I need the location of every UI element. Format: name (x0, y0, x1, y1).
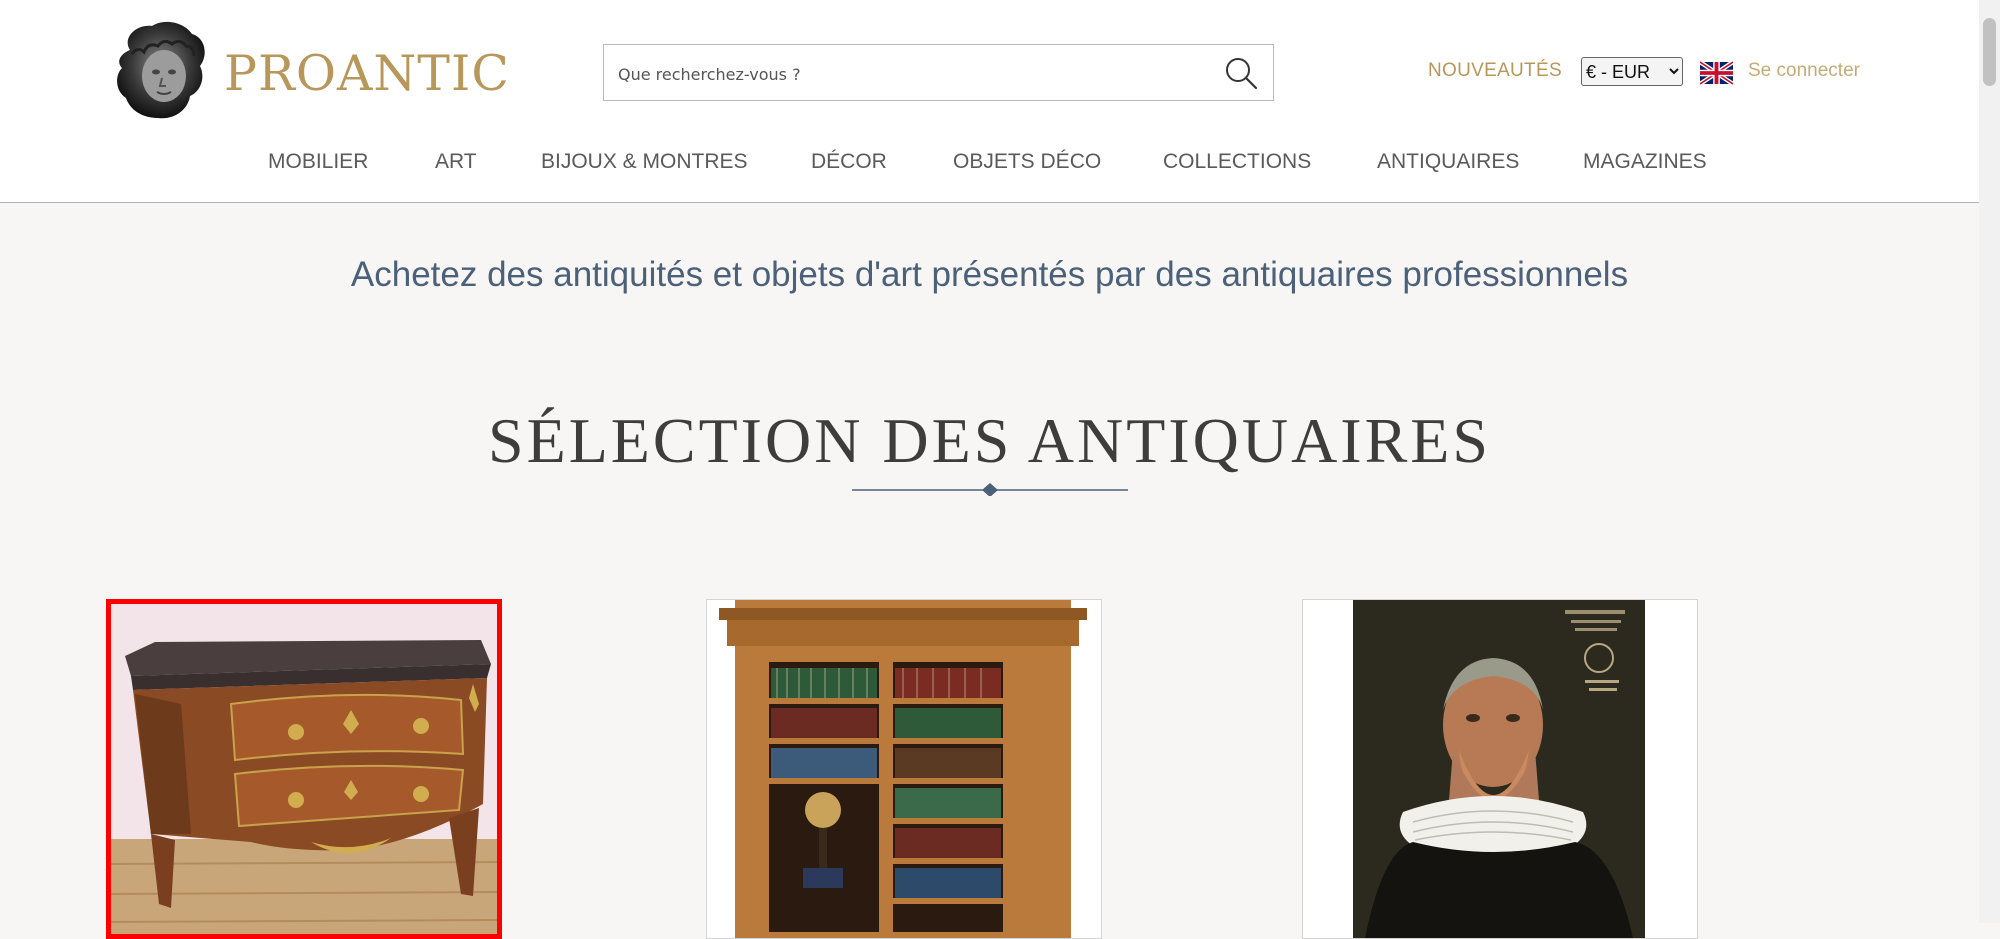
currency-select[interactable]: € - EUR (1581, 57, 1683, 86)
nav-item-decor[interactable]: DÉCOR (811, 150, 887, 174)
bookcase-image (707, 600, 1101, 938)
uk-flag-icon[interactable] (1700, 60, 1733, 86)
nav-item-bijoux-montres[interactable]: BIJOUX & MONTRES (541, 150, 748, 174)
nouveautes-link[interactable]: NOUVEAUTÉS (1428, 60, 1562, 82)
site-header: PROANTIC NOUVEAUTÉS € - EUR Se connecter… (0, 0, 1979, 203)
nav-item-collections[interactable]: COLLECTIONS (1163, 150, 1311, 174)
scrollbar-thumb[interactable] (1983, 18, 1996, 86)
portrait-image (1303, 600, 1697, 938)
nav-item-magazines[interactable]: MAGAZINES (1583, 150, 1707, 174)
login-link[interactable]: Se connecter (1748, 60, 1860, 82)
search-bar (603, 44, 1274, 101)
page-scrollbar[interactable] (1979, 0, 2000, 923)
page-tagline: Achetez des antiquités et objets d'art p… (350, 255, 1629, 294)
main-nav: MOBILIER ART BIJOUX & MONTRES DÉCOR OBJE… (0, 150, 1979, 178)
nav-item-antiquaires[interactable]: ANTIQUAIRES (1377, 150, 1519, 174)
nav-item-art[interactable]: ART (435, 150, 477, 174)
section-title: SÉLECTION DES ANTIQUAIRES (488, 405, 1491, 476)
title-divider (852, 483, 1128, 496)
search-icon[interactable] (1223, 55, 1259, 91)
search-input[interactable] (616, 59, 1200, 89)
logo-text[interactable]: PROANTIC (224, 44, 510, 104)
logo-bust-icon[interactable] (112, 20, 210, 122)
nav-item-objets-deco[interactable]: OBJETS DÉCO (953, 150, 1101, 174)
product-card-commode[interactable] (106, 599, 502, 939)
nav-item-mobilier[interactable]: MOBILIER (268, 150, 368, 174)
product-card-portrait[interactable] (1302, 599, 1698, 939)
commode-image (111, 604, 497, 934)
product-card-bookcase[interactable] (706, 599, 1102, 939)
